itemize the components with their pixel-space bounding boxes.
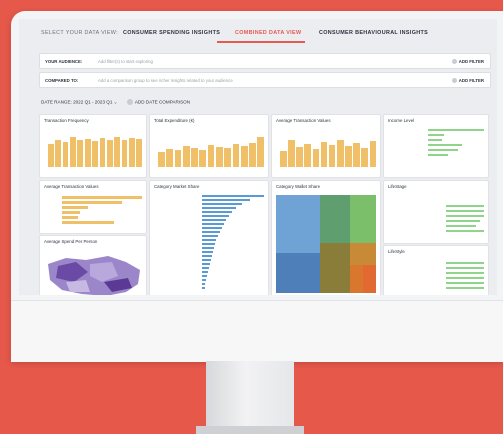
audience-label: YOUR AUDIENCE:	[45, 58, 83, 64]
monitor-chin	[11, 300, 503, 362]
panel-title: LifeStage	[388, 184, 407, 189]
date-range-row: DATE RANGE: 2022 Q1 - 2023 Q1 ⌄ ADD DATE…	[41, 99, 191, 105]
audience-row[interactable]: YOUR AUDIENCE: Add filter(s) to start ex…	[39, 53, 491, 69]
panel-title: Average Spend Per Person	[44, 239, 98, 244]
data-view-label: SELECT YOUR DATA VIEW:	[41, 30, 118, 36]
dashboard-screen: SELECT YOUR DATA VIEW: CONSUMER SPENDING…	[19, 19, 497, 295]
compared-row[interactable]: COMPARED TO: Add a comparison group to s…	[39, 72, 491, 88]
audience-add-filter-button[interactable]: ADD FILTER	[451, 58, 484, 64]
panel-average-transaction-values-2: Average Transaction Values	[39, 180, 147, 234]
compared-add-filter-button[interactable]: ADD FILTER	[451, 77, 484, 83]
plus-icon	[126, 99, 133, 105]
panel-title: Income Level	[388, 118, 415, 123]
audience-placeholder: Add filter(s) to start exploring	[98, 58, 153, 64]
treemap-tile	[363, 265, 376, 293]
date-range-dropdown[interactable]: DATE RANGE: 2022 Q1 - 2023 Q1	[41, 100, 112, 105]
treemap-tile	[276, 253, 320, 293]
panel-title: Category Wallet Share	[276, 184, 321, 189]
monitor-stand	[206, 361, 294, 434]
add-date-comparison-button[interactable]: ADD DATE COMPARISON	[135, 100, 190, 105]
panel-lifestage: LifeStage	[383, 180, 489, 244]
plus-icon	[451, 58, 457, 64]
panel-title: Transaction Frequency	[44, 118, 89, 123]
compared-label: COMPARED TO:	[45, 77, 79, 83]
panel-income-level: Income Level	[383, 114, 489, 178]
treemap-tile	[320, 195, 350, 243]
compared-placeholder: Add a comparison group to see richer ins…	[98, 77, 233, 83]
panel-category-wallet-share: Category Wallet Share	[271, 180, 381, 295]
tab-consumer-behavioural[interactable]: CONSUMER BEHAVIOURAL INSIGHTS	[319, 30, 428, 36]
bar-chart	[48, 129, 143, 167]
panel-average-transaction-values: Average Transaction Values	[271, 114, 381, 178]
data-view-bar: SELECT YOUR DATA VIEW: CONSUMER SPENDING…	[19, 19, 497, 45]
treemap-tile	[276, 195, 320, 253]
treemap-tile	[350, 265, 363, 293]
plus-icon	[451, 77, 457, 83]
tab-combined-data-view[interactable]: COMBINED DATA VIEW	[235, 30, 301, 36]
panel-transaction-frequency: Transaction Frequency	[39, 114, 147, 178]
panel-title: LifeStyle	[388, 249, 405, 254]
panel-total-expenditure: Total Expenditure (€)	[149, 114, 269, 178]
bar-chart	[158, 129, 265, 167]
bar-chart	[280, 129, 377, 167]
panel-title: Total Expenditure (€)	[154, 118, 195, 123]
treemap-tile	[320, 243, 350, 293]
active-tab-underline	[217, 41, 305, 43]
panel-title: Average Transaction Values	[44, 184, 99, 189]
panel-lifestyle: LifeStyle	[383, 245, 489, 295]
panel-title: Average Transaction Values	[276, 118, 331, 123]
region-map	[48, 256, 140, 295]
panel-category-market-share: Category Market Share	[149, 180, 269, 295]
panel-average-spend-per-person: Average Spend Per Person	[39, 235, 147, 295]
monitor-stand-base	[196, 426, 304, 434]
panel-title: Category Market Share	[154, 184, 200, 189]
treemap-tile	[350, 243, 376, 265]
treemap-tile	[350, 195, 376, 243]
tab-consumer-spending[interactable]: CONSUMER SPENDING INSIGHTS	[123, 30, 220, 36]
